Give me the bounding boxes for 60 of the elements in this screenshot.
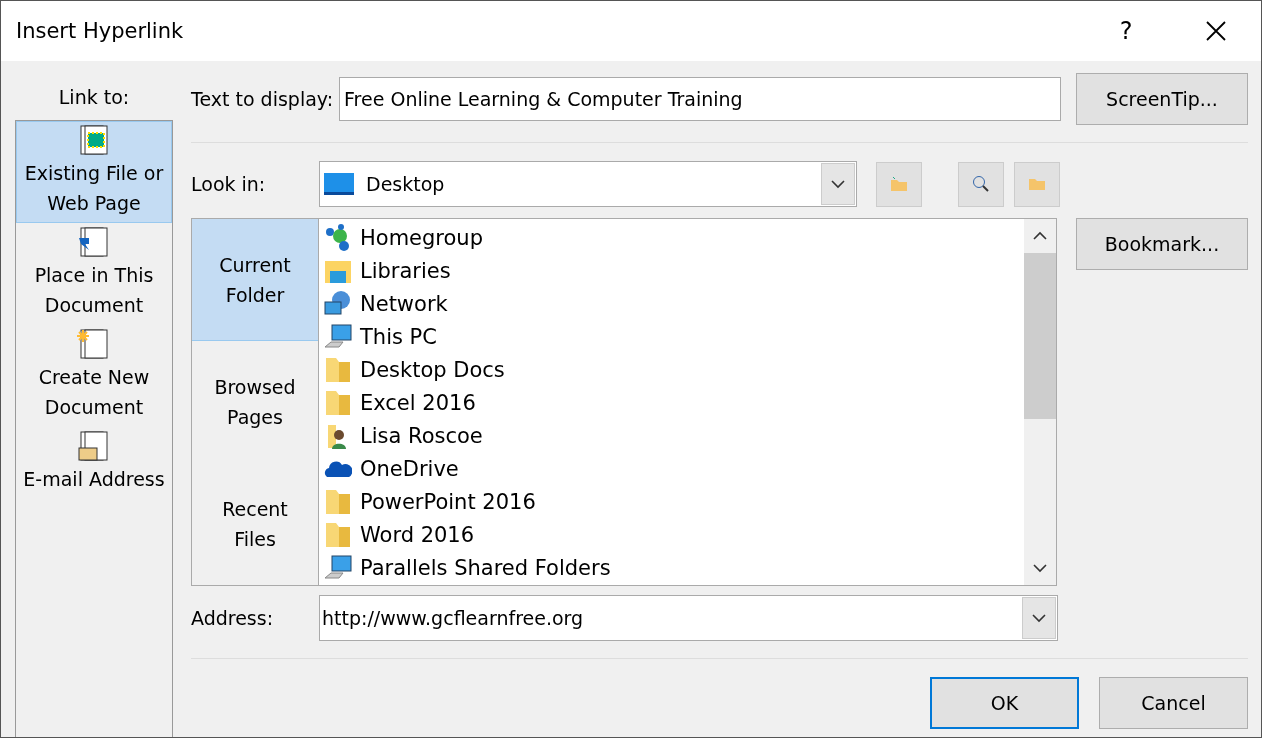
- browse-file-button[interactable]: [1014, 161, 1060, 207]
- chevron-down-icon: [831, 179, 845, 189]
- help-button[interactable]: ?: [1081, 1, 1171, 61]
- file-list-item[interactable]: Homegroup: [360, 225, 483, 250]
- window-title: Insert Hyperlink: [16, 19, 185, 43]
- file-list-item[interactable]: PowerPoint 2016: [360, 489, 536, 514]
- computer-icon: [324, 322, 352, 351]
- file-list-item[interactable]: Network: [360, 291, 448, 316]
- text-to-display-label: Text to display:: [191, 88, 334, 110]
- scrollbar-thumb[interactable]: [1024, 253, 1056, 419]
- link-type-item[interactable]: Create New Document: [16, 325, 172, 427]
- address-label: Address:: [191, 607, 275, 629]
- file-list-item[interactable]: Lisa Roscoe: [360, 423, 483, 448]
- view-tab[interactable]: Browsed Pages: [192, 341, 318, 463]
- envelope-document-icon: [77, 430, 111, 464]
- folder-icon: [324, 355, 352, 384]
- homegroup-icon: [324, 223, 352, 252]
- look-in-label: Look in:: [191, 173, 267, 195]
- folder-icon: [890, 176, 908, 192]
- close-icon: [1206, 21, 1226, 41]
- network-icon: [324, 289, 352, 318]
- text-to-display-field[interactable]: Free Online Learning & Computer Training: [339, 77, 1062, 121]
- file-list-item[interactable]: Word 2016: [360, 522, 475, 547]
- address-value: http://www.gcflearnfree.org: [321, 607, 585, 629]
- desktop-icon: [324, 173, 354, 195]
- chevron-down-icon: [1033, 563, 1047, 573]
- chevron-down-icon: [1032, 613, 1046, 623]
- scrollbar[interactable]: [1024, 219, 1056, 585]
- dialog-button[interactable]: Cancel: [1099, 677, 1248, 729]
- file-list-item[interactable]: Libraries: [360, 258, 451, 283]
- link-type-item[interactable]: Place in This Document: [16, 223, 172, 325]
- file-list-item[interactable]: Parallels Shared Folders: [360, 555, 611, 580]
- dropdown-button[interactable]: [821, 163, 855, 205]
- file-list-item[interactable]: Excel 2016: [360, 390, 476, 415]
- link-to-label: Link to:: [58, 86, 130, 108]
- dropdown-button[interactable]: [1022, 597, 1056, 639]
- link-type-item[interactable]: E-mail Address: [16, 427, 172, 499]
- link-type-item[interactable]: Existing File or Web Page: [16, 121, 172, 223]
- screentip-button[interactable]: ScreenTip...: [1076, 73, 1248, 125]
- document-icon: [77, 124, 111, 158]
- chevron-up-icon: [1033, 231, 1047, 241]
- folder-icon: [1028, 177, 1046, 191]
- browse-web-button[interactable]: [958, 161, 1004, 207]
- look-in-value: Desktop: [366, 173, 446, 195]
- folder-icon: [324, 487, 352, 516]
- view-tab[interactable]: Current Folder: [192, 219, 318, 341]
- computer-icon: [324, 553, 352, 582]
- document-icon: [77, 328, 111, 362]
- file-list-item[interactable]: OneDrive: [360, 456, 459, 481]
- up-folder-button[interactable]: [876, 161, 922, 207]
- look-in-dropdown[interactable]: Desktop: [319, 161, 857, 207]
- view-tab[interactable]: Recent Files: [192, 463, 318, 585]
- address-field[interactable]: http://www.gcflearnfree.org: [319, 595, 1058, 641]
- bookmark-button[interactable]: Bookmark...: [1076, 218, 1248, 270]
- file-list-item[interactable]: Desktop Docs: [360, 357, 505, 382]
- folder-icon: [324, 520, 352, 549]
- folder-icon: [324, 388, 352, 417]
- dialog-button[interactable]: OK: [930, 677, 1079, 729]
- document-icon: [77, 226, 111, 260]
- file-list-item[interactable]: This PC: [360, 324, 437, 349]
